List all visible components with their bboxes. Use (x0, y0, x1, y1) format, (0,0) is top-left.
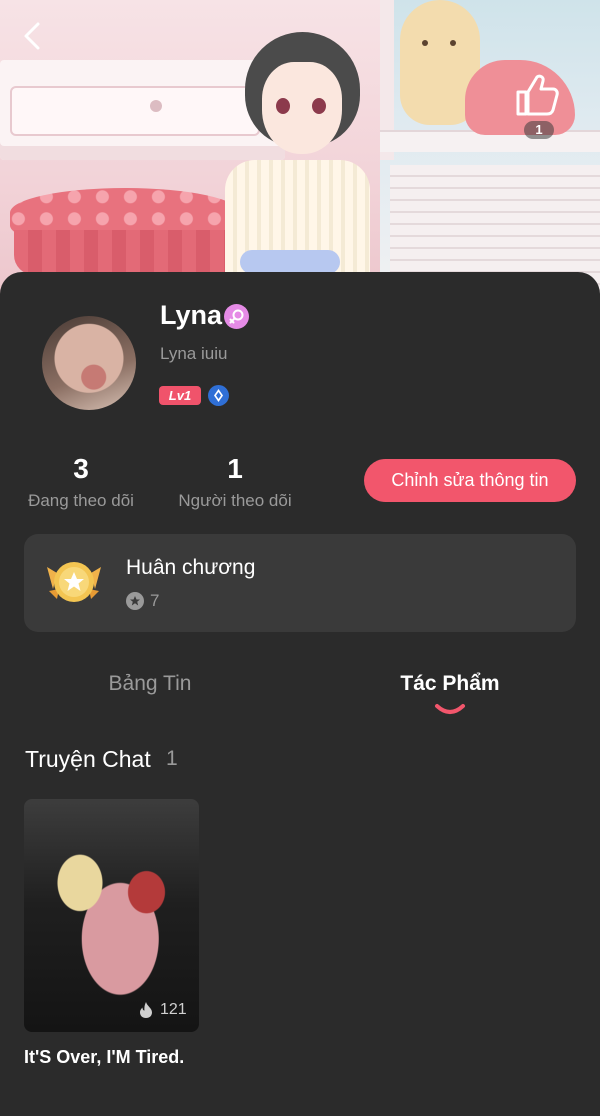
profile-username: Lyna iuiu (160, 344, 228, 363)
back-button[interactable] (16, 18, 50, 54)
followers-count[interactable]: 1 (155, 453, 315, 485)
profile-cover-image (0, 0, 600, 300)
section-title: Truyện Chat (25, 746, 151, 772)
medal-count-icon (126, 592, 144, 610)
work-card-thumbnail[interactable] (24, 799, 199, 1032)
profile-name: Lyna (160, 300, 223, 330)
avatar[interactable] (42, 316, 136, 410)
diamond-badge-icon (208, 385, 229, 406)
medal-title: Huân chương (126, 556, 256, 579)
female-gender-icon (224, 304, 249, 329)
tab-feed[interactable]: Bảng Tin (50, 672, 250, 696)
active-tab-indicator (435, 704, 465, 714)
medal-icon (43, 555, 105, 609)
following-label[interactable]: Đang theo dõi (1, 491, 161, 511)
work-title[interactable]: It'S Over, I'M Tired. (24, 1047, 184, 1068)
work-view-count: 121 (160, 1001, 187, 1018)
fire-icon (138, 1001, 154, 1019)
level-badge: Lv1 (159, 386, 201, 405)
chevron-left-icon (24, 22, 40, 50)
following-count[interactable]: 3 (1, 453, 161, 485)
section-count: 1 (166, 747, 178, 770)
edit-profile-button[interactable]: Chỉnh sửa thông tin (364, 459, 576, 502)
thumbs-up-icon (516, 74, 559, 116)
like-count-badge: 1 (524, 121, 554, 139)
followers-label[interactable]: Người theo dõi (155, 491, 315, 511)
tab-works[interactable]: Tác Phẩm (350, 672, 550, 696)
medal-card[interactable] (24, 534, 576, 632)
medal-count: 7 (150, 591, 160, 610)
